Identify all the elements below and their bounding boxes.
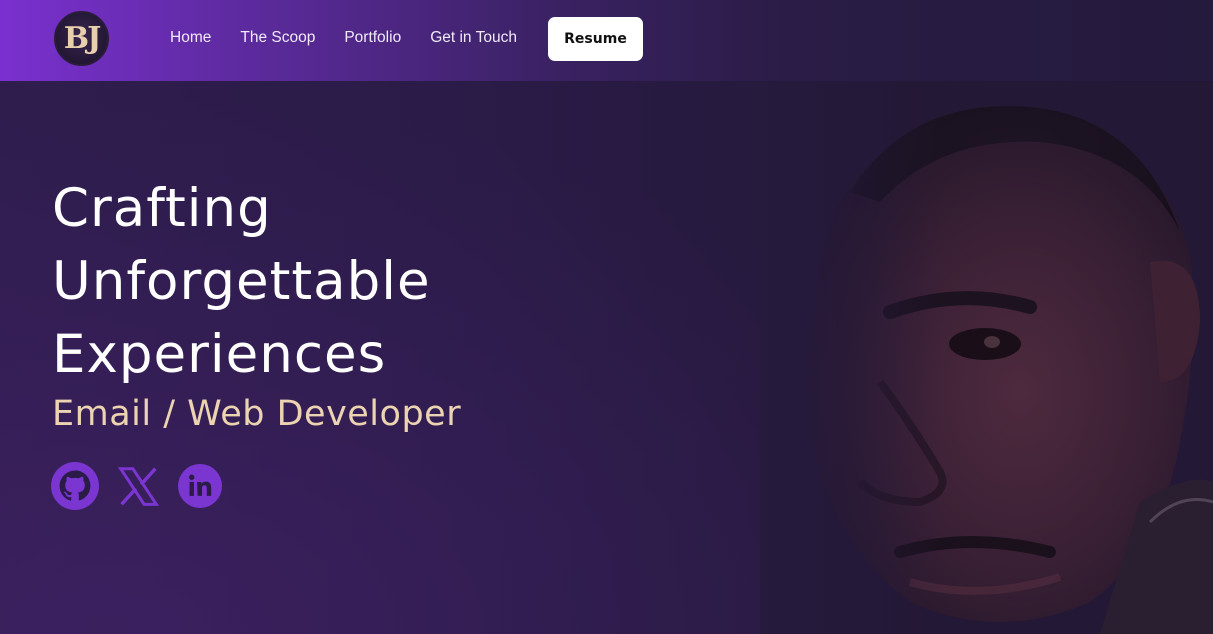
hero-subtitle: Email / Web Developer <box>52 394 462 434</box>
resume-button[interactable]: Resume <box>548 17 643 61</box>
nav-link-portfolio[interactable]: Portfolio <box>344 29 401 47</box>
hero-headline: Crafting Unforgettable Experiences <box>52 172 431 391</box>
navbar: BJ Home The Scoop Portfolio Get in Touch… <box>0 0 1213 81</box>
social-links <box>51 462 239 510</box>
github-link[interactable] <box>51 462 99 510</box>
headline-line-3: Experiences <box>52 324 387 385</box>
headline-line-1: Crafting <box>52 178 272 239</box>
hero-portrait-image <box>760 82 1213 634</box>
linkedin-icon <box>178 464 222 508</box>
x-link[interactable] <box>116 464 161 509</box>
nav-links: Home The Scoop Portfolio Get in Touch <box>170 29 546 47</box>
logo-text: BJ <box>63 21 102 56</box>
headline-line-2: Unforgettable <box>52 251 431 312</box>
nav-link-home[interactable]: Home <box>170 29 211 47</box>
nav-link-the-scoop[interactable]: The Scoop <box>240 29 315 47</box>
linkedin-link[interactable] <box>178 464 222 508</box>
logo[interactable]: BJ <box>54 11 109 66</box>
x-icon <box>117 466 160 506</box>
github-icon <box>51 462 99 510</box>
nav-link-get-in-touch[interactable]: Get in Touch <box>430 29 517 47</box>
